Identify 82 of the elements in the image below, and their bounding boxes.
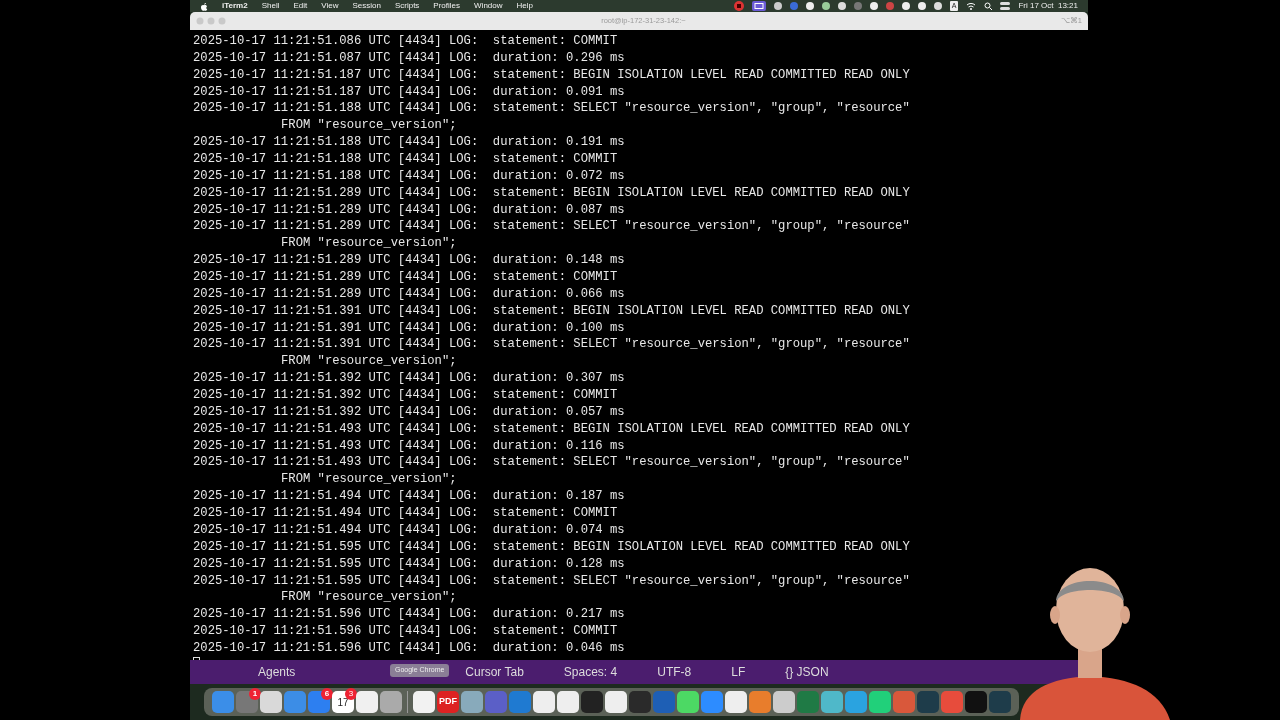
status-bar-item[interactable]: Spaces: 4 [563,663,618,681]
log-line: 2025-10-17 11:21:51.391 UTC [4434] LOG: duration: 0.100 ms [193,319,625,337]
menu-item[interactable]: Shell [261,0,280,12]
log-line: 2025-10-17 11:21:51.289 UTC [4434] LOG: statement: COMMIT [193,269,618,286]
search-icon[interactable] [984,2,993,10]
app-icon[interactable] [581,691,603,713]
log-line: 2025-10-17 11:21:51.392 UTC [4434] LOG: statement: COMMIT [193,387,618,404]
log-line: 2025-10-17 11:21:51.494 UTC [4434] LOG: duration: 0.187 ms [193,488,625,506]
log-line: 2025-10-17 11:21:51.595 UTC [4434] LOG: duration: 0.128 ms [193,555,625,573]
app-icon[interactable] [356,691,378,713]
notification-badge: 6 [321,688,333,700]
log-line: 2025-10-17 11:21:51.391 UTC [4434] LOG: statement: BEGIN ISOLATION LEVEL READ COMMITTED READ ONLY [193,302,910,320]
status-bar-item[interactable]: Cursor Tab [465,663,524,681]
log-line: FROM "resource_version"; [281,235,457,253]
log-line: 2025-10-17 11:21:51.188 UTC [4434] LOG: duration: 0.191 ms [193,134,625,151]
app-icon[interactable] [869,691,891,713]
log-line: 2025-10-17 11:21:51.187 UTC [4434] LOG: statement: BEGIN ISOLATION LEVEL READ COMMITTED READ ONLY [193,66,910,84]
log-line: 2025-10-17 11:21:51.494 UTC [4434] LOG: statement: COMMIT [193,505,618,522]
app-icon[interactable] [605,691,627,713]
log-line: 2025-10-17 11:21:51.188 UTC [4434] LOG: statement: SELECT "resource_version", "group", "resource" [193,100,910,118]
app-icon[interactable] [533,691,555,713]
log-line: 2025-10-17 11:21:51.289 UTC [4434] LOG: duration: 0.066 ms [193,285,625,303]
app-icon[interactable] [821,691,843,713]
log-line: 2025-10-17 11:21:51.595 UTC [4434] LOG: statement: SELECT "resource_version", "group", "resource" [193,572,910,590]
status-bar-item[interactable]: UTF-8 [657,663,692,681]
menu-item[interactable]: View [321,0,339,12]
menu-item[interactable]: Edit [293,0,308,12]
log-line: 2025-10-17 11:21:51.391 UTC [4434] LOG: statement: SELECT "resource_version", "group", "resource" [193,336,910,354]
status-bar-item[interactable]: LF [731,663,746,681]
log-line: 2025-10-17 11:21:51.595 UTC [4434] LOG: statement: BEGIN ISOLATION LEVEL READ COMMITTED READ ONLY [193,538,910,556]
log-line: 2025-10-17 11:21:51.494 UTC [4434] LOG: duration: 0.074 ms [193,521,625,539]
log-line: 2025-10-17 11:21:51.596 UTC [4434] LOG: duration: 0.217 ms [193,606,625,624]
notification-badge: 1 [249,688,261,700]
record-icon[interactable] [733,1,744,11]
app-icon[interactable] [413,691,435,713]
calendar-icon[interactable]: 17 3 [332,691,354,713]
status-bar-item[interactable]: {} JSON [785,663,829,681]
menu-item[interactable]: Session [352,0,381,12]
log-line: 2025-10-17 11:21:51.493 UTC [4434] LOG: duration: 0.116 ms [193,437,625,455]
log-line: 2025-10-17 11:21:51.289 UTC [4434] LOG: duration: 0.148 ms [193,252,625,270]
app-menu[interactable]: iTerm2 [222,0,248,12]
app-icon[interactable] [461,691,483,713]
app-icon[interactable] [965,691,987,713]
app-icon[interactable]: 1 [236,691,258,713]
log-line: 2025-10-17 11:21:51.289 UTC [4434] LOG: duration: 0.087 ms [193,201,625,219]
log-line: 2025-10-17 11:21:51.087 UTC [4434] LOG: duration: 0.296 ms [193,49,625,67]
app-icon[interactable] [725,691,747,713]
app-icon[interactable] [629,691,651,713]
status-bar-item[interactable]: Agents [258,663,296,681]
log-line: 2025-10-17 11:21:51.188 UTC [4434] LOG: duration: 0.072 ms [193,167,625,185]
log-line: FROM "resource_version"; [281,471,457,489]
log-line: 2025-10-17 11:21:51.289 UTC [4434] LOG: statement: SELECT "resource_version", "group", "resource" [193,218,910,236]
menu-item[interactable]: Profiles [433,0,461,12]
wifi-icon[interactable] [966,2,977,10]
app-icon[interactable] [380,691,402,713]
app-icon[interactable]: 6 [308,691,330,713]
app-icon[interactable] [677,691,699,713]
log-line: 2025-10-17 11:21:51.493 UTC [4434] LOG: statement: BEGIN ISOLATION LEVEL READ COMMITTED READ ONLY [193,420,910,438]
log-line: 2025-10-17 11:21:51.493 UTC [4434] LOG: statement: SELECT "resource_version", "group", "resource" [193,454,910,472]
app-icon[interactable] [845,691,867,713]
display-icon[interactable] [751,1,766,11]
log-line: FROM "resource_version"; [281,353,457,371]
log-line: 2025-10-17 11:21:51.187 UTC [4434] LOG: duration: 0.091 ms [193,83,625,101]
log-line: FROM "resource_version"; [281,589,457,607]
menu-item[interactable]: Scripts [394,0,420,12]
log-line: 2025-10-17 11:21:51.596 UTC [4434] LOG: statement: COMMIT [193,623,618,640]
log-line: 2025-10-17 11:21:51.392 UTC [4434] LOG: duration: 0.307 ms [193,370,625,388]
app-icon[interactable] [749,691,771,713]
menu-item[interactable]: Help [516,0,533,12]
log-line: 2025-10-17 11:21:51.086 UTC [4434] LOG: statement: COMMIT [193,33,618,50]
app-icon[interactable] [260,691,282,713]
menu-bar-clock[interactable]: Fri 17 Oct 13:21 [1018,0,1078,12]
log-line: 2025-10-17 11:21:51.596 UTC [4434] LOG: duration: 0.046 ms [193,639,625,657]
app-icon[interactable] [557,691,579,713]
apple-icon[interactable] [200,1,208,11]
menu-item[interactable]: Window [474,0,503,12]
log-line: FROM "resource_version"; [281,117,457,135]
log-line: 2025-10-17 11:21:51.289 UTC [4434] LOG: statement: BEGIN ISOLATION LEVEL READ COMMITTED READ ONLY [193,184,910,202]
log-line: 2025-10-17 11:21:51.392 UTC [4434] LOG: duration: 0.057 ms [193,403,625,421]
app-icon[interactable] [773,691,795,713]
control-center-icon[interactable] [1000,2,1011,10]
log-line: 2025-10-17 11:21:51.188 UTC [4434] LOG: statement: COMMIT [193,151,618,168]
